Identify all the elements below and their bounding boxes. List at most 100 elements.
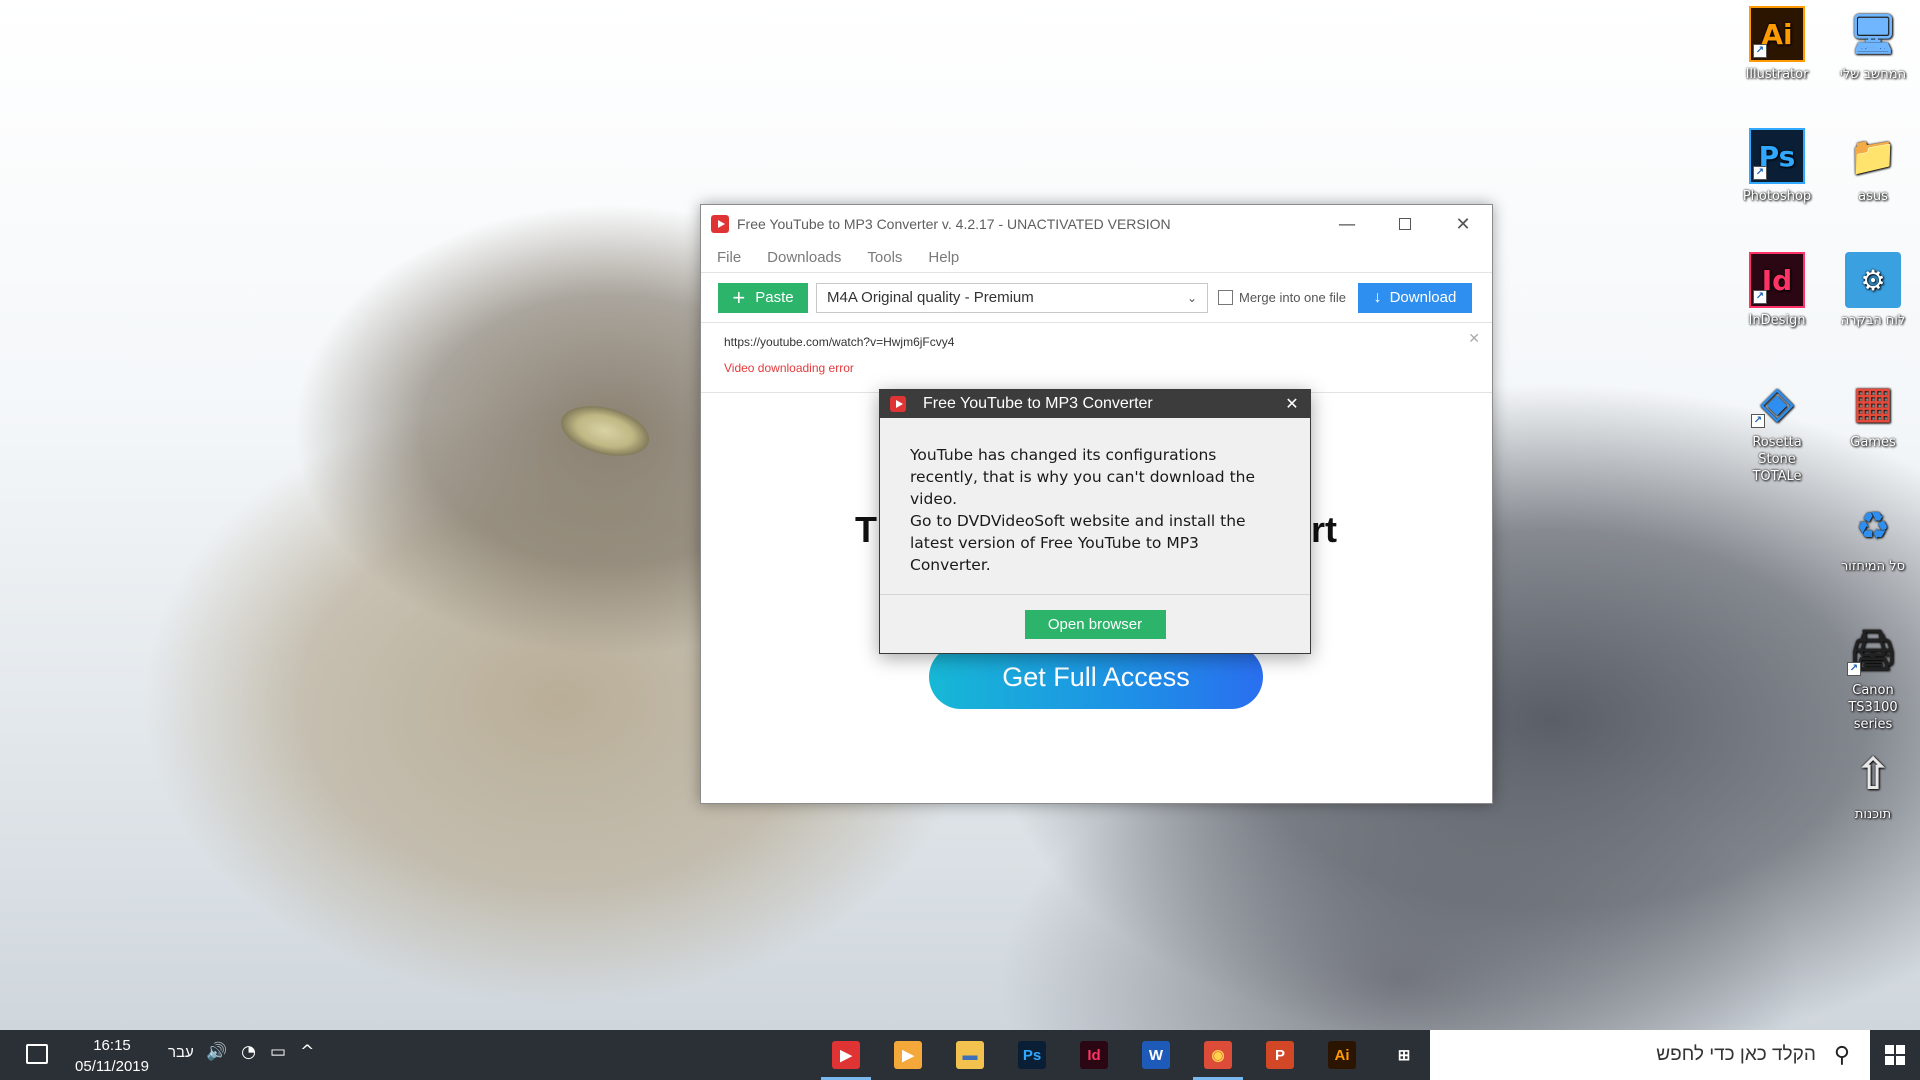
- taskbar-app-illustrator[interactable]: Ai: [1311, 1030, 1373, 1080]
- maximize-icon: [1399, 218, 1411, 230]
- desktop-icon-label: Canon TS3100 series: [1848, 683, 1898, 732]
- remove-item-icon[interactable]: ✕: [1468, 331, 1480, 347]
- desktop-icon-label: Illustrator: [1745, 67, 1809, 82]
- taskbar-app-photoshop[interactable]: Ps: [1001, 1030, 1063, 1080]
- wifi-icon[interactable]: ◔: [241, 1042, 256, 1062]
- download-list-item[interactable]: https://youtube.com/watch?v=Hwjm6jFcvy4 …: [701, 323, 1492, 393]
- taskbar-search[interactable]: הקלד כאן כדי לחפש ⚲: [1430, 1030, 1870, 1080]
- close-button[interactable]: ✕: [1434, 205, 1492, 243]
- merge-label: Merge into one file: [1239, 290, 1346, 305]
- search-placeholder: הקלד כאן כדי לחפש: [1656, 1044, 1816, 1065]
- dialog-message-line: Converter.: [910, 556, 991, 574]
- desktop-icon-recycle-bin[interactable]: ♻ סל המיחזור: [1830, 498, 1916, 575]
- illustrator-icon: Ai ↗: [1749, 6, 1805, 62]
- language-indicator[interactable]: עבר: [168, 1044, 194, 1061]
- menu-downloads[interactable]: Downloads: [767, 249, 841, 266]
- desktop-icon-rosetta-stone[interactable]: ◈ ↗ Rosetta Stone TOTALe: [1734, 374, 1820, 485]
- up-arrow-icon: ⇧: [1854, 748, 1892, 800]
- open-browser-label: Open browser: [1047, 615, 1143, 633]
- format-select-value: M4A Original quality - Premium: [827, 289, 1034, 306]
- file-explorer-icon: ▬: [956, 1041, 984, 1069]
- taskbar-apps: ▶ ▶ ▬ Ps Id W ◉ P Ai ⊞: [815, 1030, 1435, 1080]
- battery-icon[interactable]: ▭: [270, 1042, 286, 1062]
- word-icon: W: [1142, 1041, 1170, 1069]
- desktop-icon-label: Photoshop: [1742, 189, 1812, 204]
- system-tray: 🔊 ◔ ▭ ^: [206, 1042, 314, 1062]
- menu-file[interactable]: File: [717, 249, 741, 266]
- volume-icon[interactable]: 🔊: [206, 1042, 227, 1062]
- maximize-button[interactable]: [1376, 205, 1434, 243]
- desktop-icon-label: InDesign: [1748, 313, 1806, 328]
- rosetta-stone-icon: ◈ ↗: [1749, 374, 1805, 430]
- desktop-icon-asus[interactable]: 📁 asus: [1830, 128, 1916, 205]
- plus-icon: +: [732, 284, 746, 310]
- app-title: Free YouTube to MP3 Converter v. 4.2.17 …: [737, 216, 1171, 232]
- shortcut-arrow-icon: ↗: [1753, 166, 1767, 180]
- desktop-icon-games[interactable]: ▦ Games: [1830, 374, 1916, 451]
- chevron-up-icon[interactable]: ^: [300, 1042, 314, 1062]
- app-titlebar[interactable]: Free YouTube to MP3 Converter v. 4.2.17 …: [701, 205, 1492, 243]
- dialog-titlebar[interactable]: Free YouTube to MP3 Converter ✕: [880, 390, 1310, 418]
- desktop-icon-label: Games: [1850, 435, 1896, 450]
- action-center-icon[interactable]: [26, 1044, 48, 1064]
- taskbar-app-powerpoint[interactable]: P: [1249, 1030, 1311, 1080]
- desktop-icon-indesign[interactable]: Id ↗ InDesign: [1734, 252, 1820, 329]
- app-logo-icon: [711, 215, 729, 233]
- photoshop-icon: Ps ↗: [1749, 128, 1805, 184]
- minimize-icon: —: [1338, 213, 1356, 235]
- taskbar-app-file-explorer[interactable]: ▬: [939, 1030, 1001, 1080]
- format-select[interactable]: M4A Original quality - Premium ⌄: [816, 282, 1208, 313]
- taskbar-clock[interactable]: 16:15 05/11/2019: [70, 1035, 154, 1077]
- download-button-label: Download: [1389, 289, 1457, 306]
- menu-help[interactable]: Help: [928, 249, 959, 266]
- desktop-icon-label: סל המיחזור: [1840, 559, 1906, 574]
- illustrator-icon: Ai: [1328, 1041, 1356, 1069]
- youtube-mp3-icon: ▶: [832, 1041, 860, 1069]
- desktop-icon-photoshop[interactable]: Ps ↗ Photoshop: [1734, 128, 1820, 205]
- open-browser-button[interactable]: Open browser: [1024, 609, 1166, 639]
- desktop-icon-control-panel[interactable]: ⚙ לוח הבקרה: [1830, 252, 1916, 329]
- recycle-bin-icon: ♻: [1855, 503, 1891, 548]
- menubar: File Downloads Tools Help: [701, 243, 1492, 273]
- paste-button[interactable]: + Paste: [718, 282, 808, 313]
- minimize-button[interactable]: —: [1318, 205, 1376, 243]
- chevron-down-icon: ⌄: [1186, 290, 1197, 305]
- dialog-message-line: video.: [910, 490, 957, 508]
- clock-date: 05/11/2019: [75, 1058, 149, 1075]
- indesign-icon: Id: [1080, 1041, 1108, 1069]
- promo-headline-left: T: [855, 509, 877, 550]
- dialog-close-icon[interactable]: ✕: [1274, 394, 1310, 414]
- taskbar-app-media-player[interactable]: ▶: [877, 1030, 939, 1080]
- dialog-title: Free YouTube to MP3 Converter: [923, 395, 1153, 412]
- start-button[interactable]: [1870, 1030, 1920, 1080]
- desktop-icon-canon-printer[interactable]: 🖨 ↗ Canon TS3100 series: [1830, 622, 1916, 733]
- shortcut-arrow-icon: ↗: [1847, 662, 1861, 676]
- taskbar-app-task-view[interactable]: ⊞: [1373, 1030, 1435, 1080]
- desktop-icon-programs[interactable]: ⇧ תוכנות: [1830, 746, 1916, 823]
- download-button[interactable]: ↓ Download: [1357, 282, 1472, 313]
- dialog-message: YouTube has changed its configurations r…: [880, 418, 1310, 595]
- merge-option: Merge into one file: [1218, 290, 1346, 305]
- menu-tools[interactable]: Tools: [867, 249, 902, 266]
- taskbar-app-chrome[interactable]: ◉: [1187, 1030, 1249, 1080]
- close-icon: ✕: [1455, 213, 1471, 235]
- promo-headline-right: rt: [1311, 509, 1337, 550]
- taskbar-app-indesign[interactable]: Id: [1063, 1030, 1125, 1080]
- merge-checkbox[interactable]: [1218, 290, 1233, 305]
- dialog-message-line: latest version of Free YouTube to MP3: [910, 534, 1199, 552]
- desktop-icon-label: Rosetta Stone TOTALe: [1752, 435, 1802, 484]
- taskbar-app-word[interactable]: W: [1125, 1030, 1187, 1080]
- get-full-access-label: Get Full Access: [1002, 661, 1190, 692]
- desktop-icon-my-computer[interactable]: 🖥 המחשב שלי: [1830, 6, 1916, 83]
- desktop-icon-label: תוכנות: [1854, 807, 1892, 822]
- dialog-message-line: recently, that is why you can't download…: [910, 468, 1256, 486]
- desktop-icon-illustrator[interactable]: Ai ↗ Illustrator: [1734, 6, 1820, 83]
- shortcut-arrow-icon: ↗: [1753, 44, 1767, 58]
- download-arrow-icon: ↓: [1373, 288, 1382, 306]
- taskbar-app-youtube-mp3[interactable]: ▶: [815, 1030, 877, 1080]
- get-full-access-button[interactable]: Get Full Access: [929, 645, 1263, 709]
- dialog-app-logo-icon: [890, 396, 906, 412]
- desktop-icon-label: המחשב שלי: [1839, 67, 1907, 82]
- dialog-message-line: YouTube has changed its configurations: [910, 446, 1217, 464]
- control-panel-icon: ⚙: [1845, 252, 1901, 308]
